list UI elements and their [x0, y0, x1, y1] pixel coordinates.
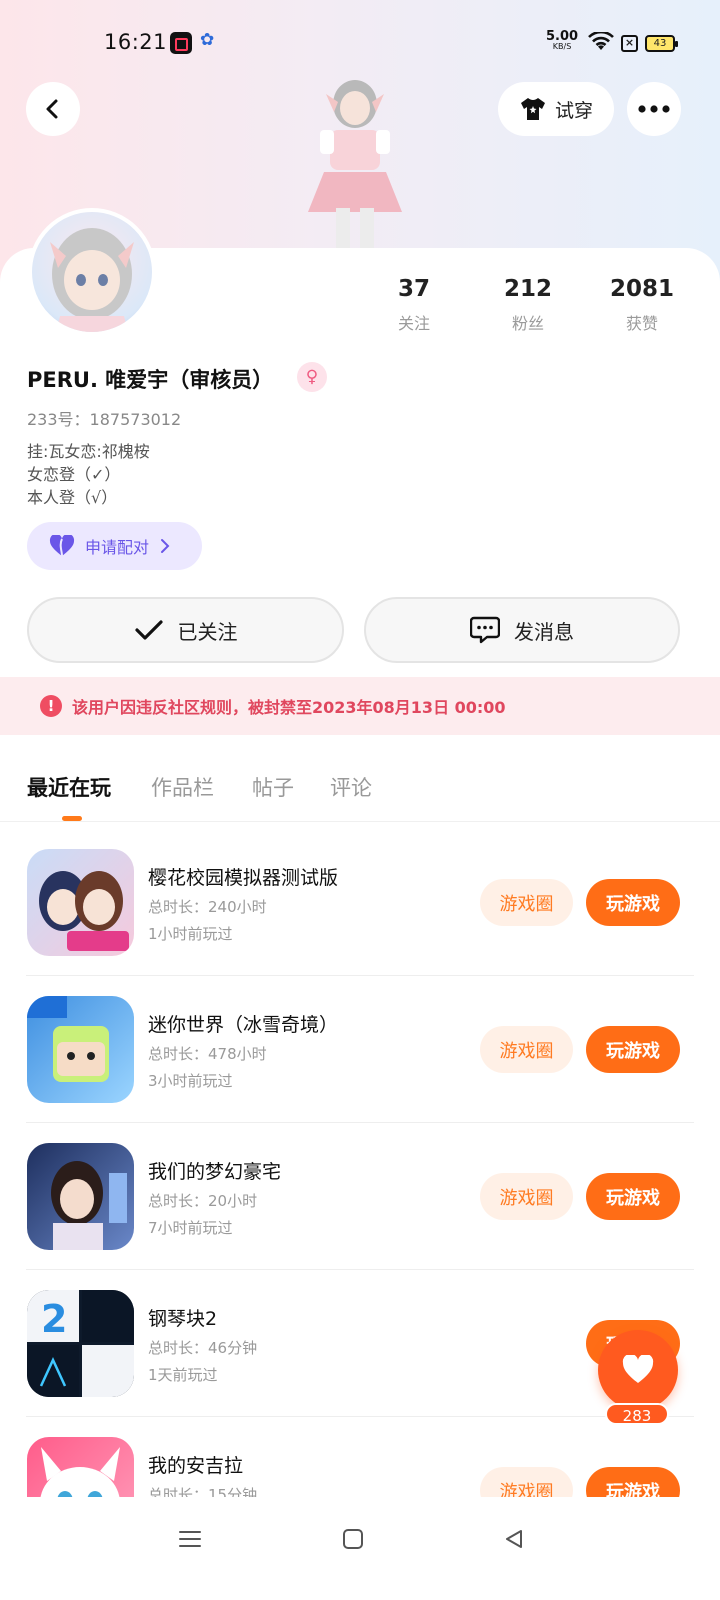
chevron-left-icon	[46, 99, 58, 119]
game-title: 钢琴块2	[148, 1308, 218, 1330]
female-gender-icon: ♀	[297, 362, 327, 392]
system-nav-bar	[0, 1497, 720, 1600]
back-nav-button[interactable]	[494, 1519, 534, 1559]
game-duration: 总时长：478小时	[148, 1045, 267, 1063]
game-icon-my-angela	[27, 1437, 134, 1497]
game-duration: 总时长：15分钟	[148, 1486, 258, 1497]
play-game-button[interactable]: 玩游戏	[586, 1173, 680, 1220]
svg-text:2: 2	[41, 1297, 67, 1341]
list-item[interactable]: 樱花校园模拟器测试版 总时长：240小时 1小时前玩过 游戏圈 玩游戏	[0, 829, 720, 976]
list-item[interactable]: 我们的梦幻豪宅 总时长：20小时 7小时前玩过 游戏圈 玩游戏	[0, 1123, 720, 1270]
heart-icon	[622, 1355, 654, 1383]
bio-line: 本人登（√）	[27, 488, 118, 507]
game-duration: 总时长：46分钟	[148, 1339, 258, 1357]
stat-likes[interactable]: 2081 获赞	[592, 276, 692, 334]
game-title: 迷你世界（冰雪奇境）	[148, 1014, 339, 1036]
game-icon-sakura-school	[27, 849, 134, 956]
list-item[interactable]: 迷你世界（冰雪奇境） 总时长：478小时 3小时前玩过 游戏圈 玩游戏	[0, 976, 720, 1123]
game-icon-mini-world	[27, 996, 134, 1103]
game-last-played: 1天前玩过	[148, 1366, 218, 1384]
tshirt-icon	[520, 98, 545, 120]
menu-icon	[179, 1531, 201, 1547]
game-circle-button[interactable]: 游戏圈	[480, 1467, 573, 1497]
active-tab-indicator	[62, 816, 82, 821]
net-speed: 5.00 KB/S	[546, 29, 579, 51]
more-options-button[interactable]	[627, 82, 681, 136]
game-circle-button[interactable]: 游戏圈	[480, 1173, 573, 1220]
send-message-button[interactable]: 发消息	[364, 597, 680, 663]
status-time: 16:21	[104, 30, 168, 54]
game-last-played: 3小时前玩过	[148, 1072, 233, 1090]
bio-line: 挂:瓦女恋:祁槐桉	[27, 442, 150, 461]
heart-icon	[49, 535, 75, 557]
like-count-badge: 283	[605, 1403, 669, 1425]
game-duration: 总时长：240小时	[148, 898, 267, 916]
profile-uid: 233号：187573012	[27, 410, 182, 429]
followed-button[interactable]: 已关注	[27, 597, 344, 663]
back-button[interactable]	[26, 82, 80, 136]
list-item[interactable]: 我的安吉拉 总时长：15分钟 游戏圈 玩游戏	[0, 1417, 720, 1497]
try-on-label: 试穿	[554, 99, 593, 122]
profile-tabs: 最近在玩 作品栏 帖子 评论	[0, 762, 720, 822]
send-message-label: 发消息	[514, 619, 574, 644]
wifi-icon	[588, 30, 614, 56]
ban-notice-text: 该用户因违反社区规则，被封禁至2023年08月13日 00:00	[72, 698, 506, 717]
game-last-played: 1小时前玩过	[148, 925, 233, 943]
pair-label: 申请配对	[85, 538, 150, 557]
tab-posts[interactable]: 帖子	[252, 772, 294, 802]
like-button[interactable]	[598, 1330, 678, 1410]
ban-notice-banner: ! 该用户因违反社区规则，被封禁至2023年08月13日 00:00	[0, 677, 720, 735]
game-icon-dream-mansion	[27, 1143, 134, 1250]
play-game-button[interactable]: 玩游戏	[586, 1467, 680, 1497]
warning-icon: !	[40, 695, 62, 717]
home-nav-button[interactable]	[333, 1519, 373, 1559]
profile-bio: 挂:瓦女恋:祁槐桉 女恋登（✓） 本人登（√）	[27, 440, 150, 509]
try-on-button[interactable]: 试穿	[498, 82, 614, 136]
menu-nav-button[interactable]	[170, 1519, 210, 1559]
paw-app-icon: ✿	[200, 30, 215, 50]
game-icon-piano-tiles: 2	[27, 1290, 134, 1397]
tab-comments[interactable]: 评论	[330, 772, 372, 802]
followed-label: 已关注	[177, 619, 238, 644]
profile-stats: 37 关注 212 粉丝 2081 获赞	[360, 276, 710, 336]
no-sim-icon: ×	[621, 35, 638, 52]
game-duration: 总时长：20小时	[148, 1192, 258, 1210]
play-game-button[interactable]: 玩游戏	[586, 879, 680, 926]
screen-recorder-icon	[170, 32, 192, 54]
stat-followers[interactable]: 212 粉丝	[478, 276, 578, 334]
battery-icon: 43	[645, 35, 678, 52]
more-dots-icon	[638, 105, 670, 113]
game-circle-button[interactable]: 游戏圈	[480, 879, 573, 926]
avatar[interactable]	[28, 208, 156, 336]
avatar-3d-figure	[290, 72, 420, 250]
home-square-icon	[343, 1529, 363, 1549]
game-title: 我们的梦幻豪宅	[148, 1161, 282, 1183]
chevron-right-icon	[161, 539, 170, 553]
checkmark-icon	[134, 620, 163, 640]
game-last-played: 7小时前玩过	[148, 1219, 233, 1237]
tab-recently-played[interactable]: 最近在玩	[27, 772, 111, 802]
game-title: 樱花校园模拟器测试版	[148, 867, 339, 889]
tab-works[interactable]: 作品栏	[151, 772, 214, 802]
game-title: 我的安吉拉	[148, 1455, 244, 1477]
stat-following[interactable]: 37 关注	[364, 276, 464, 334]
chat-bubble-icon	[470, 616, 500, 644]
request-pair-button[interactable]: 申请配对	[27, 522, 202, 570]
bio-line: 女恋登（✓）	[27, 465, 121, 484]
play-game-button[interactable]: 玩游戏	[586, 1026, 680, 1073]
game-circle-button[interactable]: 游戏圈	[480, 1026, 573, 1073]
profile-username: PERU. 唯爱宇（审核员）	[27, 368, 274, 392]
back-triangle-icon	[506, 1530, 522, 1548]
